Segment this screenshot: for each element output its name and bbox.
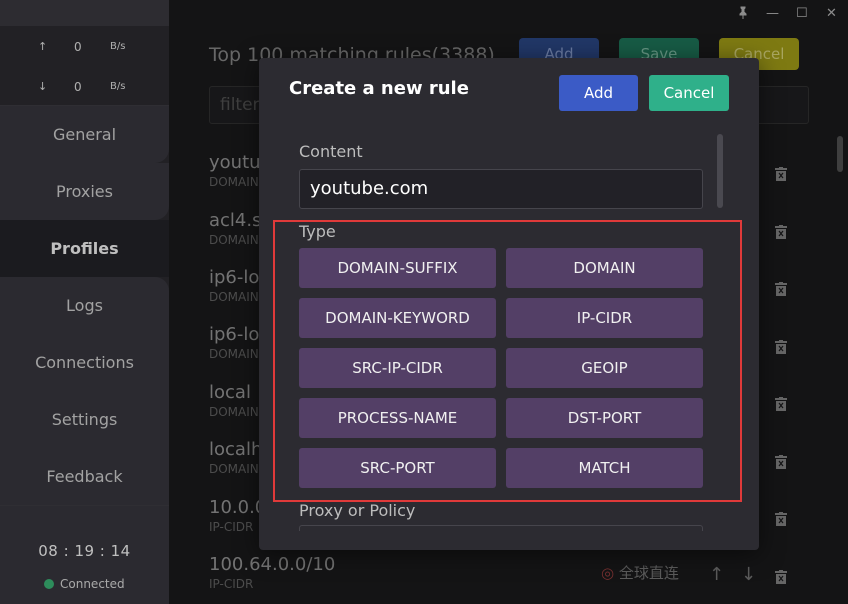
content-label: Content [299, 142, 363, 161]
policy-select[interactable] [299, 525, 703, 531]
policy-label: Proxy or Policy [299, 501, 416, 520]
type-section-highlight [273, 220, 742, 502]
content-input[interactable]: youtube.com [299, 169, 703, 209]
add-button[interactable]: Add [559, 75, 638, 111]
dialog-scrollbar[interactable] [717, 134, 723, 208]
cancel-button[interactable]: Cancel [649, 75, 729, 111]
dialog-title: Create a new rule [289, 78, 469, 99]
